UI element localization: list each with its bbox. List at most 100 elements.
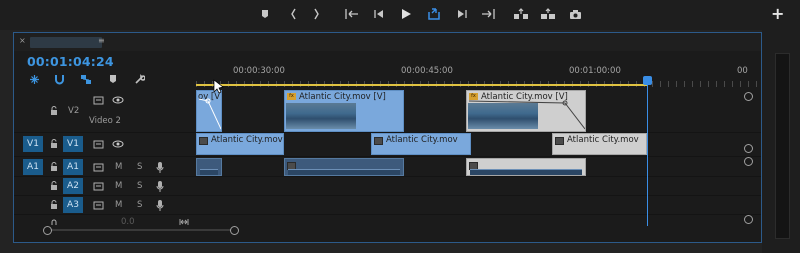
add-button[interactable]: + (771, 4, 784, 23)
go-to-in-icon[interactable] (343, 5, 361, 23)
audio-clip-selected[interactable] (466, 158, 586, 176)
export-frame-icon[interactable] (566, 5, 584, 23)
wrench-icon[interactable] (133, 73, 145, 85)
play-icon[interactable] (397, 5, 415, 23)
eye-icon[interactable] (112, 138, 124, 150)
video-clip[interactable]: Atlantic City.mov [V] fx (284, 90, 404, 132)
clip-name: Atlantic City.mov (386, 135, 458, 145)
master-volume-value[interactable]: 0.0 (121, 217, 135, 227)
extract-icon[interactable] (539, 5, 557, 23)
solo-button[interactable]: S (137, 181, 142, 191)
vertical-zoom-handle[interactable] (744, 215, 753, 224)
track-header-a2: A2 M S (14, 177, 196, 195)
track-name-v2[interactable]: Video 2 (89, 116, 121, 126)
add-marker-icon[interactable] (256, 5, 274, 23)
close-tab-icon[interactable]: × (19, 36, 26, 45)
clip-badge-icon (374, 137, 383, 145)
lock-icon[interactable] (48, 180, 60, 192)
mark-out-icon[interactable] (308, 5, 326, 23)
opacity-keyframe-line (198, 98, 221, 130)
mute-button[interactable]: M (115, 200, 122, 210)
mouse-cursor-icon (213, 79, 224, 93)
clip-badge-icon (555, 137, 564, 145)
step-forward-icon[interactable] (453, 5, 471, 23)
video-clip[interactable]: Atlantic City.mov (196, 133, 284, 155)
audio-clip[interactable] (284, 158, 404, 176)
track-target-v1[interactable]: V1 (63, 136, 83, 152)
add-marker-icon[interactable] (107, 73, 119, 85)
vertical-zoom-handle[interactable] (744, 157, 753, 166)
audio-meter (775, 53, 790, 239)
source-patch-a1[interactable]: A1 (23, 159, 43, 175)
nest-toggle-icon[interactable] (28, 73, 40, 85)
video-clip[interactable]: Atlantic City.mov (371, 133, 471, 155)
ruler-label: 00:00:45:00 (401, 66, 453, 76)
ruler-label: 00:01:00:00 (569, 66, 621, 76)
loop-icon[interactable] (425, 5, 443, 23)
zoom-handle-left[interactable] (43, 226, 52, 235)
work-area-bar[interactable] (196, 84, 648, 86)
playhead-handle[interactable] (643, 76, 652, 85)
lock-icon[interactable] (48, 138, 60, 150)
go-to-end-icon[interactable] (178, 216, 190, 228)
timeline-panel: × ≡ 00:01:04:24 00:00:30:00 00:00:45:00 … (13, 32, 762, 243)
sync-lock-icon[interactable] (92, 180, 104, 192)
clip-name: Atlantic City.mov [V] (299, 92, 386, 102)
playhead-timecode[interactable]: 00:01:04:24 (27, 54, 114, 69)
mute-button[interactable]: M (115, 181, 122, 191)
track-target-a2[interactable]: A2 (63, 178, 83, 194)
eye-icon[interactable] (112, 94, 124, 106)
opacity-keyframe-line (468, 100, 585, 130)
track-target-a1[interactable]: A1 (63, 159, 83, 175)
microphone-icon[interactable] (154, 161, 166, 173)
lock-icon[interactable] (48, 105, 60, 117)
track-header-master: 0.0 (14, 215, 196, 227)
solo-button[interactable]: S (137, 162, 142, 172)
mark-in-icon[interactable] (285, 5, 303, 23)
audio-waveform (470, 169, 582, 175)
audio-waveform (200, 169, 218, 175)
clip-badge-icon (199, 137, 208, 145)
transport-bar (0, 0, 800, 30)
sequence-tab[interactable] (30, 37, 102, 48)
clip-name: Atlantic City.mov (567, 135, 639, 145)
panel-menu-icon[interactable]: ≡ (98, 36, 105, 45)
track-header-v2: V2 Video 2 (14, 89, 196, 132)
mute-button[interactable]: M (115, 162, 122, 172)
sync-lock-icon[interactable] (92, 161, 104, 173)
fx-badge-icon: fx (287, 93, 296, 100)
linked-selection-icon[interactable] (80, 73, 92, 85)
track-header-a1: A1 A1 M S (14, 157, 196, 176)
solo-button[interactable]: S (137, 200, 142, 210)
clip-thumbnail (286, 103, 356, 129)
snap-icon[interactable] (53, 73, 65, 85)
track-target-a3[interactable]: A3 (63, 197, 83, 213)
vertical-zoom-handle[interactable] (744, 92, 753, 101)
lift-icon[interactable] (512, 5, 530, 23)
timeline-tab-bar: × ≡ (14, 33, 761, 51)
video-clip-selected[interactable]: Atlantic City.mov (552, 133, 647, 155)
playhead-line[interactable] (647, 85, 648, 226)
audio-waveform (288, 169, 400, 175)
go-to-out-icon[interactable] (479, 5, 497, 23)
clip-name: Atlantic City.mov (211, 135, 283, 145)
sync-lock-icon[interactable] (92, 138, 104, 150)
lock-icon[interactable] (48, 161, 60, 173)
track-label-v2[interactable]: V2 (68, 106, 79, 116)
microphone-icon[interactable] (154, 199, 166, 211)
sync-lock-icon[interactable] (92, 94, 104, 106)
video-clip[interactable]: ov [V] (196, 90, 222, 132)
vertical-zoom-handle[interactable] (744, 144, 753, 153)
source-patch-v1[interactable]: V1 (23, 136, 43, 152)
ruler-label: 00 (737, 66, 748, 76)
video-clip-selected[interactable]: Atlantic City.mov [V] fx (466, 90, 586, 132)
horizontal-scrollbar[interactable] (49, 229, 234, 231)
sync-lock-icon[interactable] (92, 199, 104, 211)
track-header-a3: A3 M S (14, 196, 196, 214)
zoom-handle-right[interactable] (230, 226, 239, 235)
ruler-label: 00:00:30:00 (233, 66, 285, 76)
audio-clip[interactable] (196, 158, 222, 176)
lock-icon[interactable] (48, 199, 60, 211)
step-back-icon[interactable] (370, 5, 388, 23)
microphone-icon[interactable] (154, 180, 166, 192)
